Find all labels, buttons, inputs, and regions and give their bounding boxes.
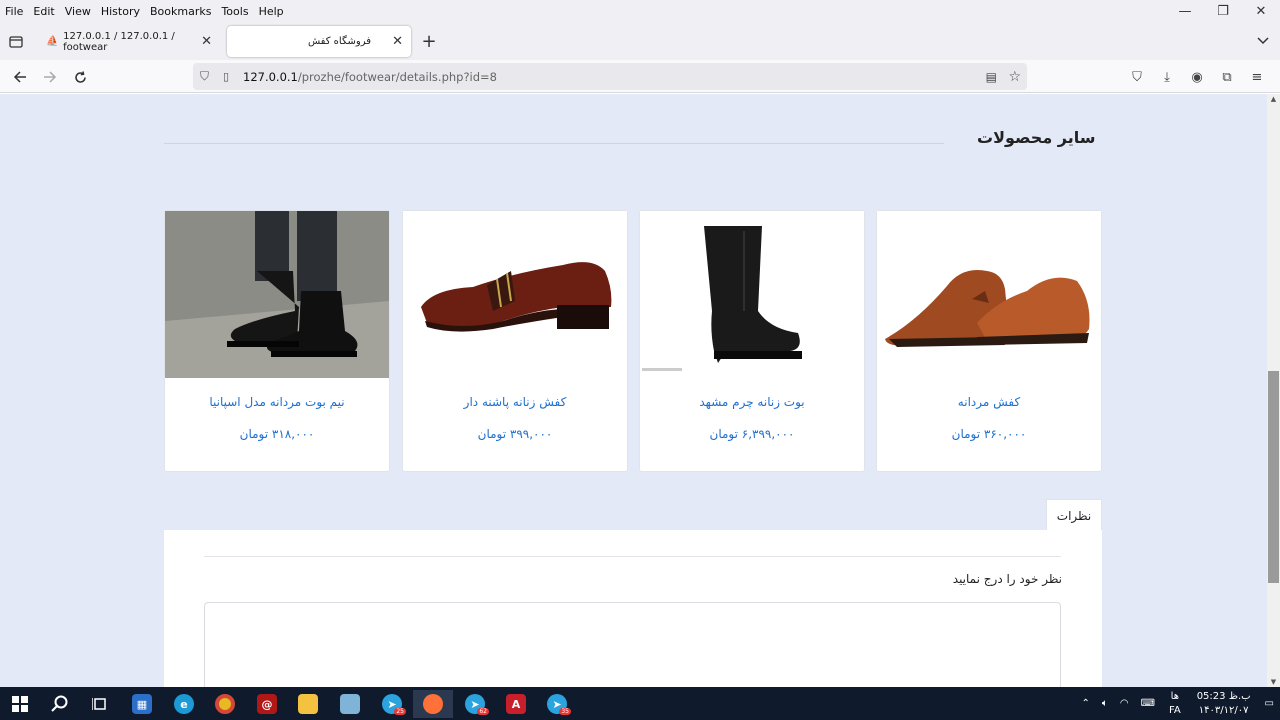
tab-title: فروشگاه کفش (307, 36, 371, 47)
tab-comments[interactable]: نظرات (1046, 499, 1102, 531)
minimize-icon[interactable]: — (1166, 0, 1204, 22)
toolbar-icons: ⛉ ⤓ ◉ ⧉ ≡ (1122, 66, 1272, 88)
menu-view[interactable]: View (60, 5, 96, 18)
product-price: ۶,۳۹۹,۰۰۰ تومان (709, 427, 795, 441)
clock-time: 05:23 (1196, 690, 1226, 702)
restore-icon[interactable]: ❐ (1204, 0, 1242, 22)
badge: 25 (394, 708, 406, 715)
close-window-icon[interactable]: ✕ (1242, 0, 1280, 22)
telegram-icon[interactable]: ➤ 25 (372, 690, 412, 718)
downloads-icon[interactable]: ⤓ (1152, 66, 1182, 88)
badge: 62 (477, 708, 489, 715)
product-card[interactable]: کفش مردانه ۳۶۰,۰۰۰ تومان (876, 210, 1102, 472)
menu-history[interactable]: History (96, 5, 145, 18)
notification-icon[interactable]: ▭ (1259, 698, 1280, 709)
menu-bar: File Edit View History Bookmarks Tools H… (0, 0, 1280, 22)
menu-icon[interactable]: ≡ (1242, 66, 1272, 88)
edge-icon[interactable]: e (164, 690, 204, 718)
product-card[interactable]: کفش زنانه پاشنه دار ۳۹۹,۰۰۰ تومان (402, 210, 628, 472)
comment-textarea[interactable] (204, 602, 1061, 687)
chrome-icon[interactable] (205, 690, 245, 718)
product-image[interactable] (877, 211, 1101, 378)
url-host: 127.0.0.1 (243, 69, 298, 84)
firefox-icon[interactable] (413, 690, 453, 718)
shield-icon[interactable]: ⛉ (200, 69, 209, 84)
new-tab-icon[interactable]: + (418, 30, 440, 52)
phpmyadmin-icon: ⛵ (46, 35, 59, 47)
url-bar[interactable]: ⛉ ▯ 127.0.0.1/prozhe/footwear/details.ph… (193, 63, 1027, 90)
product-name[interactable]: بوت زنانه چرم مشهد (640, 395, 864, 409)
menu-bookmarks[interactable]: Bookmarks (145, 5, 216, 18)
forward-icon[interactable] (39, 66, 61, 88)
telegram-icon[interactable]: ➤ 62 (455, 690, 495, 718)
wifi-icon[interactable]: ◠ (1114, 698, 1135, 709)
product-image[interactable] (403, 211, 627, 378)
close-tab-icon[interactable]: ✕ (392, 34, 403, 49)
reader-view-icon[interactable]: ▤ (986, 70, 997, 84)
taskbar: ▦ e @ ➤ 25 ➤ 62 A ➤ 35 ⌃ 🔈︎ ◠ ⌨ ها FA 05:23… (0, 687, 1280, 720)
tab-shoe-store[interactable]: فروشگاه کفش ✕ (227, 26, 411, 57)
tab-list-icon[interactable] (5, 30, 27, 52)
badge: 35 (559, 708, 571, 715)
telegram-icon[interactable]: ➤ 35 (537, 690, 577, 718)
clock-date: ۱۴۰۳/۱۲/۰۷ (1198, 704, 1249, 716)
search-icon[interactable] (40, 690, 80, 718)
product-name[interactable]: کفش زنانه پاشنه دار (403, 395, 627, 409)
system-tray: ⌃ 🔈︎ ◠ ⌨ ها FA 05:23 ب.ظ ۱۴۰۳/۱۲/۰۷ ▭ (1075, 687, 1280, 720)
file-explorer-icon[interactable] (288, 690, 328, 718)
store-icon[interactable]: ▦ (122, 690, 162, 718)
bookmark-star-icon[interactable]: ☆ (1008, 69, 1021, 85)
pocket-icon[interactable]: ⛉ (1122, 66, 1152, 88)
chevron-down-icon[interactable] (1252, 30, 1274, 52)
product-price: ۳۶۰,۰۰۰ تومان (951, 427, 1027, 441)
keyboard-icon[interactable]: ⌨ (1135, 698, 1161, 709)
product-price: ۳۹۹,۰۰۰ تومان (477, 427, 553, 441)
clock[interactable]: 05:23 ب.ظ ۱۴۰۳/۱۲/۰۷ (1189, 690, 1259, 718)
menu-file[interactable]: File (0, 5, 28, 18)
product-name[interactable]: کفش مردانه (877, 395, 1101, 409)
scroll-up-icon[interactable]: ▲ (1267, 95, 1280, 103)
product-name[interactable]: نیم بوت مردانه مدل اسپانیا (165, 395, 389, 409)
ampm-label: ب.ظ (1228, 690, 1251, 702)
chevron-up-icon[interactable]: ⌃ (1075, 698, 1095, 709)
reload-icon[interactable] (69, 66, 91, 88)
nav-bar: ⛉ ▯ 127.0.0.1/prozhe/footwear/details.ph… (0, 60, 1280, 93)
page-viewport: سایر محصولات کفش مردانه ۳۶۰,۰۰۰ تومان بو… (0, 94, 1267, 687)
url-path: /prozhe/footwear/details.php?id=8 (297, 69, 498, 84)
product-image[interactable] (165, 211, 389, 378)
menu-help[interactable]: Help (254, 5, 289, 18)
language-label: FA (1169, 704, 1181, 716)
extensions-icon[interactable]: ⧉ (1212, 66, 1242, 88)
account-icon[interactable]: ◉ (1182, 66, 1212, 88)
comments-panel: نظر خود را درج نمایید (164, 530, 1102, 687)
page-scrollbar[interactable]: ▲ ▼ (1267, 94, 1280, 687)
tab-bar: ⛵ 127.0.0.1 / 127.0.0.1 / footwear ✕ فرو… (0, 22, 1280, 60)
comment-prompt: نظر خود را درج نمایید (952, 572, 1062, 586)
section-title: سایر محصولات (977, 128, 1096, 147)
acrobat-icon[interactable]: A (496, 690, 536, 718)
product-image[interactable] (640, 211, 864, 378)
windows-start-icon[interactable] (0, 690, 40, 718)
task-view-icon[interactable] (80, 690, 120, 718)
notepad-icon[interactable] (330, 690, 370, 718)
comments-divider (204, 556, 1061, 557)
tab-title: 127.0.0.1 / 127.0.0.1 / footwear (63, 30, 175, 53)
menu-tools[interactable]: Tools (216, 5, 253, 18)
window-controls: — ❐ ✕ (1166, 0, 1280, 22)
product-card[interactable]: نیم بوت مردانه مدل اسپانیا ۳۱۸,۰۰۰ تومان (164, 210, 390, 472)
ha-label: ها (1170, 690, 1179, 702)
section-divider (164, 143, 944, 144)
product-price: ۳۱۸,۰۰۰ تومان (239, 427, 315, 441)
app-red-icon[interactable]: @ (247, 690, 287, 718)
product-card[interactable]: بوت زنانه چرم مشهد ۶,۳۹۹,۰۰۰ تومان (639, 210, 865, 472)
menu-edit[interactable]: Edit (28, 5, 59, 18)
volume-icon[interactable]: 🔈︎ (1096, 698, 1114, 709)
scrollbar-thumb[interactable] (1268, 371, 1279, 583)
tab-phpmyadmin[interactable]: ⛵ 127.0.0.1 / 127.0.0.1 / footwear ✕ (38, 26, 220, 57)
language-indicator[interactable]: ها FA (1161, 690, 1189, 718)
close-tab-icon[interactable]: ✕ (201, 34, 212, 49)
scroll-down-icon[interactable]: ▼ (1267, 678, 1280, 686)
page-info-icon[interactable]: ▯ (223, 70, 229, 83)
back-icon[interactable] (9, 66, 31, 88)
